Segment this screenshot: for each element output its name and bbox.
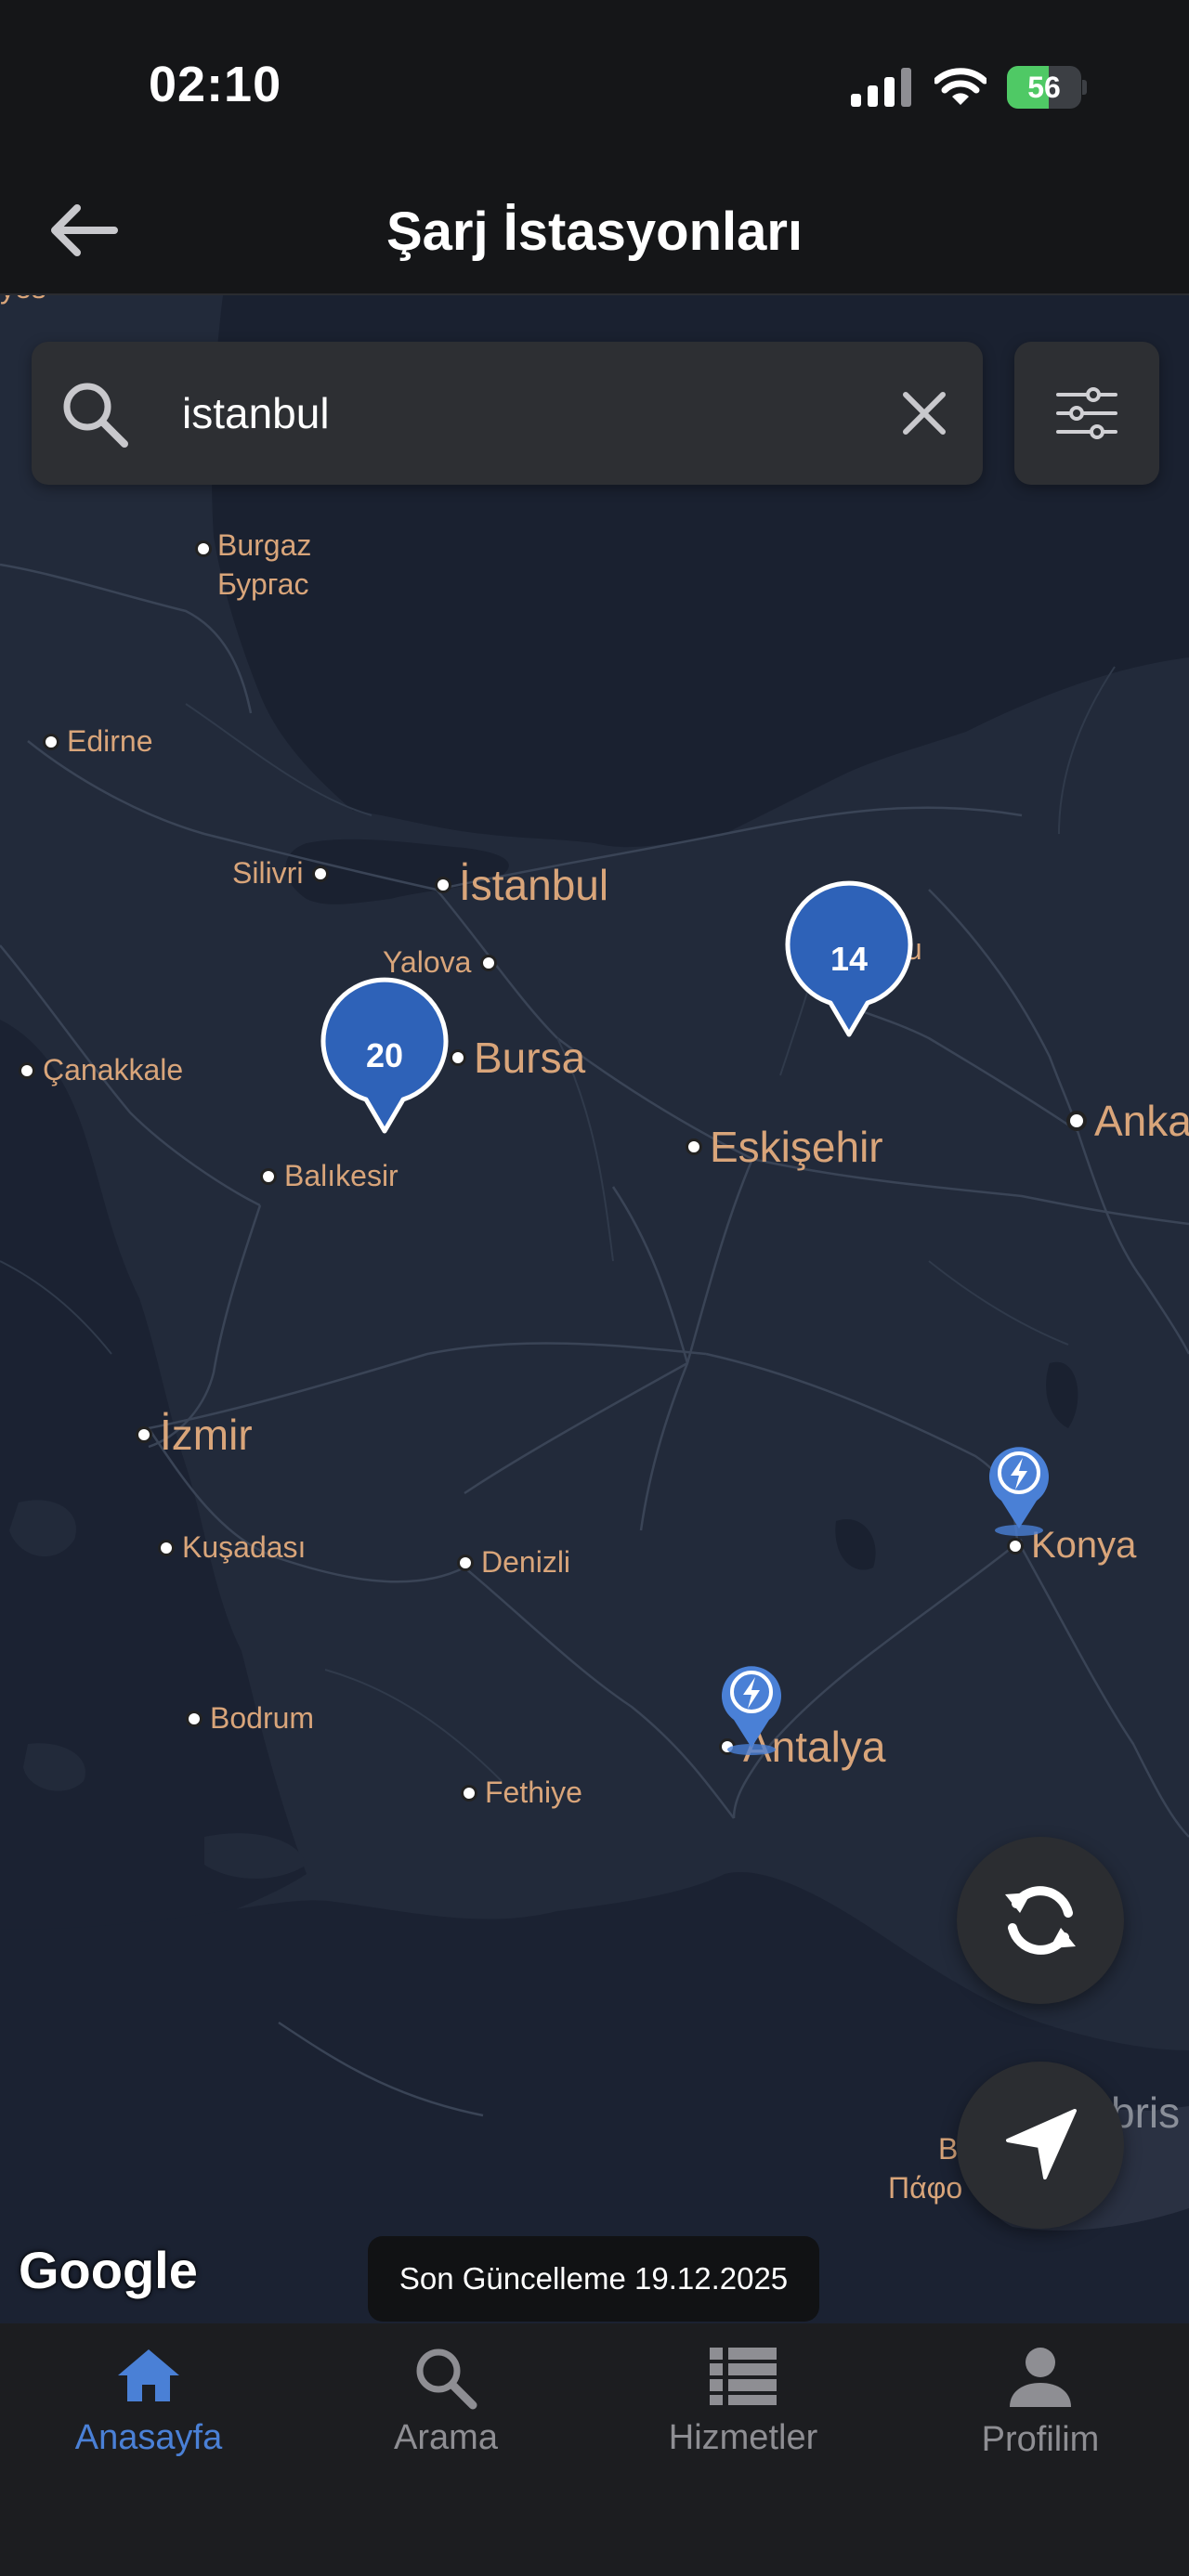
burgaz-cyrillic: Бургас bbox=[217, 567, 309, 601]
search-input[interactable] bbox=[182, 383, 888, 444]
status-bar: 02:10 56 bbox=[0, 0, 1189, 167]
nav-header: Şarj İstasyonları bbox=[0, 167, 1189, 295]
map-background bbox=[0, 295, 1189, 2323]
city-label-silivri: Silivri bbox=[232, 856, 336, 891]
bolu-cluster[interactable]: 14 bbox=[782, 878, 916, 1040]
close-icon bbox=[903, 392, 946, 435]
lightning-icon bbox=[722, 1666, 781, 1755]
city-label-denizli: Denizli bbox=[457, 1545, 570, 1580]
search-icon bbox=[416, 2348, 477, 2410]
filter-button[interactable] bbox=[1014, 342, 1159, 485]
tab-profilim[interactable]: Profilim bbox=[892, 2346, 1189, 2476]
city-label-burgaz: Burgaz Бургас bbox=[195, 526, 311, 604]
map-view[interactable]: yes Burgaz Бургас Edirne Silivri İstanbu… bbox=[0, 295, 1189, 2323]
burgaz-latin: Burgaz bbox=[217, 528, 312, 562]
city-label-bodrum: Bodrum bbox=[186, 1701, 314, 1736]
battery-level: 56 bbox=[1027, 71, 1061, 104]
city-label-balikesir: Balıkesir bbox=[260, 1159, 399, 1193]
refresh-button[interactable] bbox=[957, 1837, 1124, 2004]
antalya-station[interactable] bbox=[717, 1657, 786, 1755]
home-icon bbox=[118, 2349, 179, 2401]
refresh-icon bbox=[1005, 1886, 1076, 1955]
city-label-eskisehir: Eskişehir bbox=[686, 1122, 883, 1172]
bursa-cluster[interactable]: 20 bbox=[318, 975, 451, 1137]
city-label-izmir: İzmir bbox=[136, 1410, 253, 1460]
status-icons: 56 bbox=[851, 66, 1087, 109]
tab-label: Hizmetler bbox=[668, 2418, 818, 2457]
google-attribution: Google bbox=[19, 2241, 198, 2299]
search-icon bbox=[63, 383, 128, 448]
tab-anasayfa[interactable]: Anasayfa bbox=[0, 2346, 297, 2476]
person-icon bbox=[1010, 2348, 1071, 2407]
tab-arama[interactable]: Arama bbox=[297, 2346, 594, 2476]
tab-bar: Anasayfa Arama Hizmetler Profilim bbox=[0, 2323, 1189, 2576]
sliders-icon bbox=[1056, 387, 1117, 439]
city-label-kusadasi: Kuşadası bbox=[158, 1530, 306, 1565]
city-label-paphos: Πάφο bbox=[888, 2171, 963, 2205]
list-icon bbox=[710, 2348, 777, 2405]
cluster-count: 20 bbox=[365, 1036, 404, 1074]
status-time: 02:10 bbox=[149, 57, 282, 112]
tab-label: Anasayfa bbox=[74, 2418, 223, 2457]
search-bar bbox=[32, 342, 983, 485]
cellular-signal-icon bbox=[851, 68, 911, 107]
cluster-count: 14 bbox=[830, 940, 869, 978]
battery-charging-icon: 56 bbox=[1007, 66, 1087, 109]
lightning-icon bbox=[989, 1447, 1049, 1536]
konya-station[interactable] bbox=[985, 1438, 1053, 1536]
last-update-label: Son Güncelleme 19.12.2025 bbox=[368, 2236, 819, 2322]
wifi-icon bbox=[934, 68, 986, 105]
locate-me-button[interactable] bbox=[957, 2062, 1124, 2229]
city-label-paphos-b: B bbox=[938, 2132, 959, 2166]
city-label-edirne: Edirne bbox=[43, 724, 153, 759]
city-label-bursa: Bursa bbox=[450, 1033, 585, 1083]
city-label-ankara: Anka bbox=[1066, 1096, 1189, 1146]
clear-search-button[interactable] bbox=[890, 379, 959, 448]
city-label-istanbul: İstanbul bbox=[435, 860, 608, 910]
navigation-arrow-icon bbox=[1006, 2109, 1077, 2179]
city-label-canakkale: Çanakkale bbox=[19, 1053, 183, 1087]
page-title: Şarj İstasyonları bbox=[385, 202, 804, 262]
tab-label: Profilim bbox=[981, 2420, 1100, 2459]
city-label-partial: yes bbox=[0, 295, 46, 306]
tab-hizmetler[interactable]: Hizmetler bbox=[594, 2346, 892, 2476]
city-label-fethiye: Fethiye bbox=[461, 1776, 582, 1810]
tab-label: Arama bbox=[394, 2418, 498, 2457]
